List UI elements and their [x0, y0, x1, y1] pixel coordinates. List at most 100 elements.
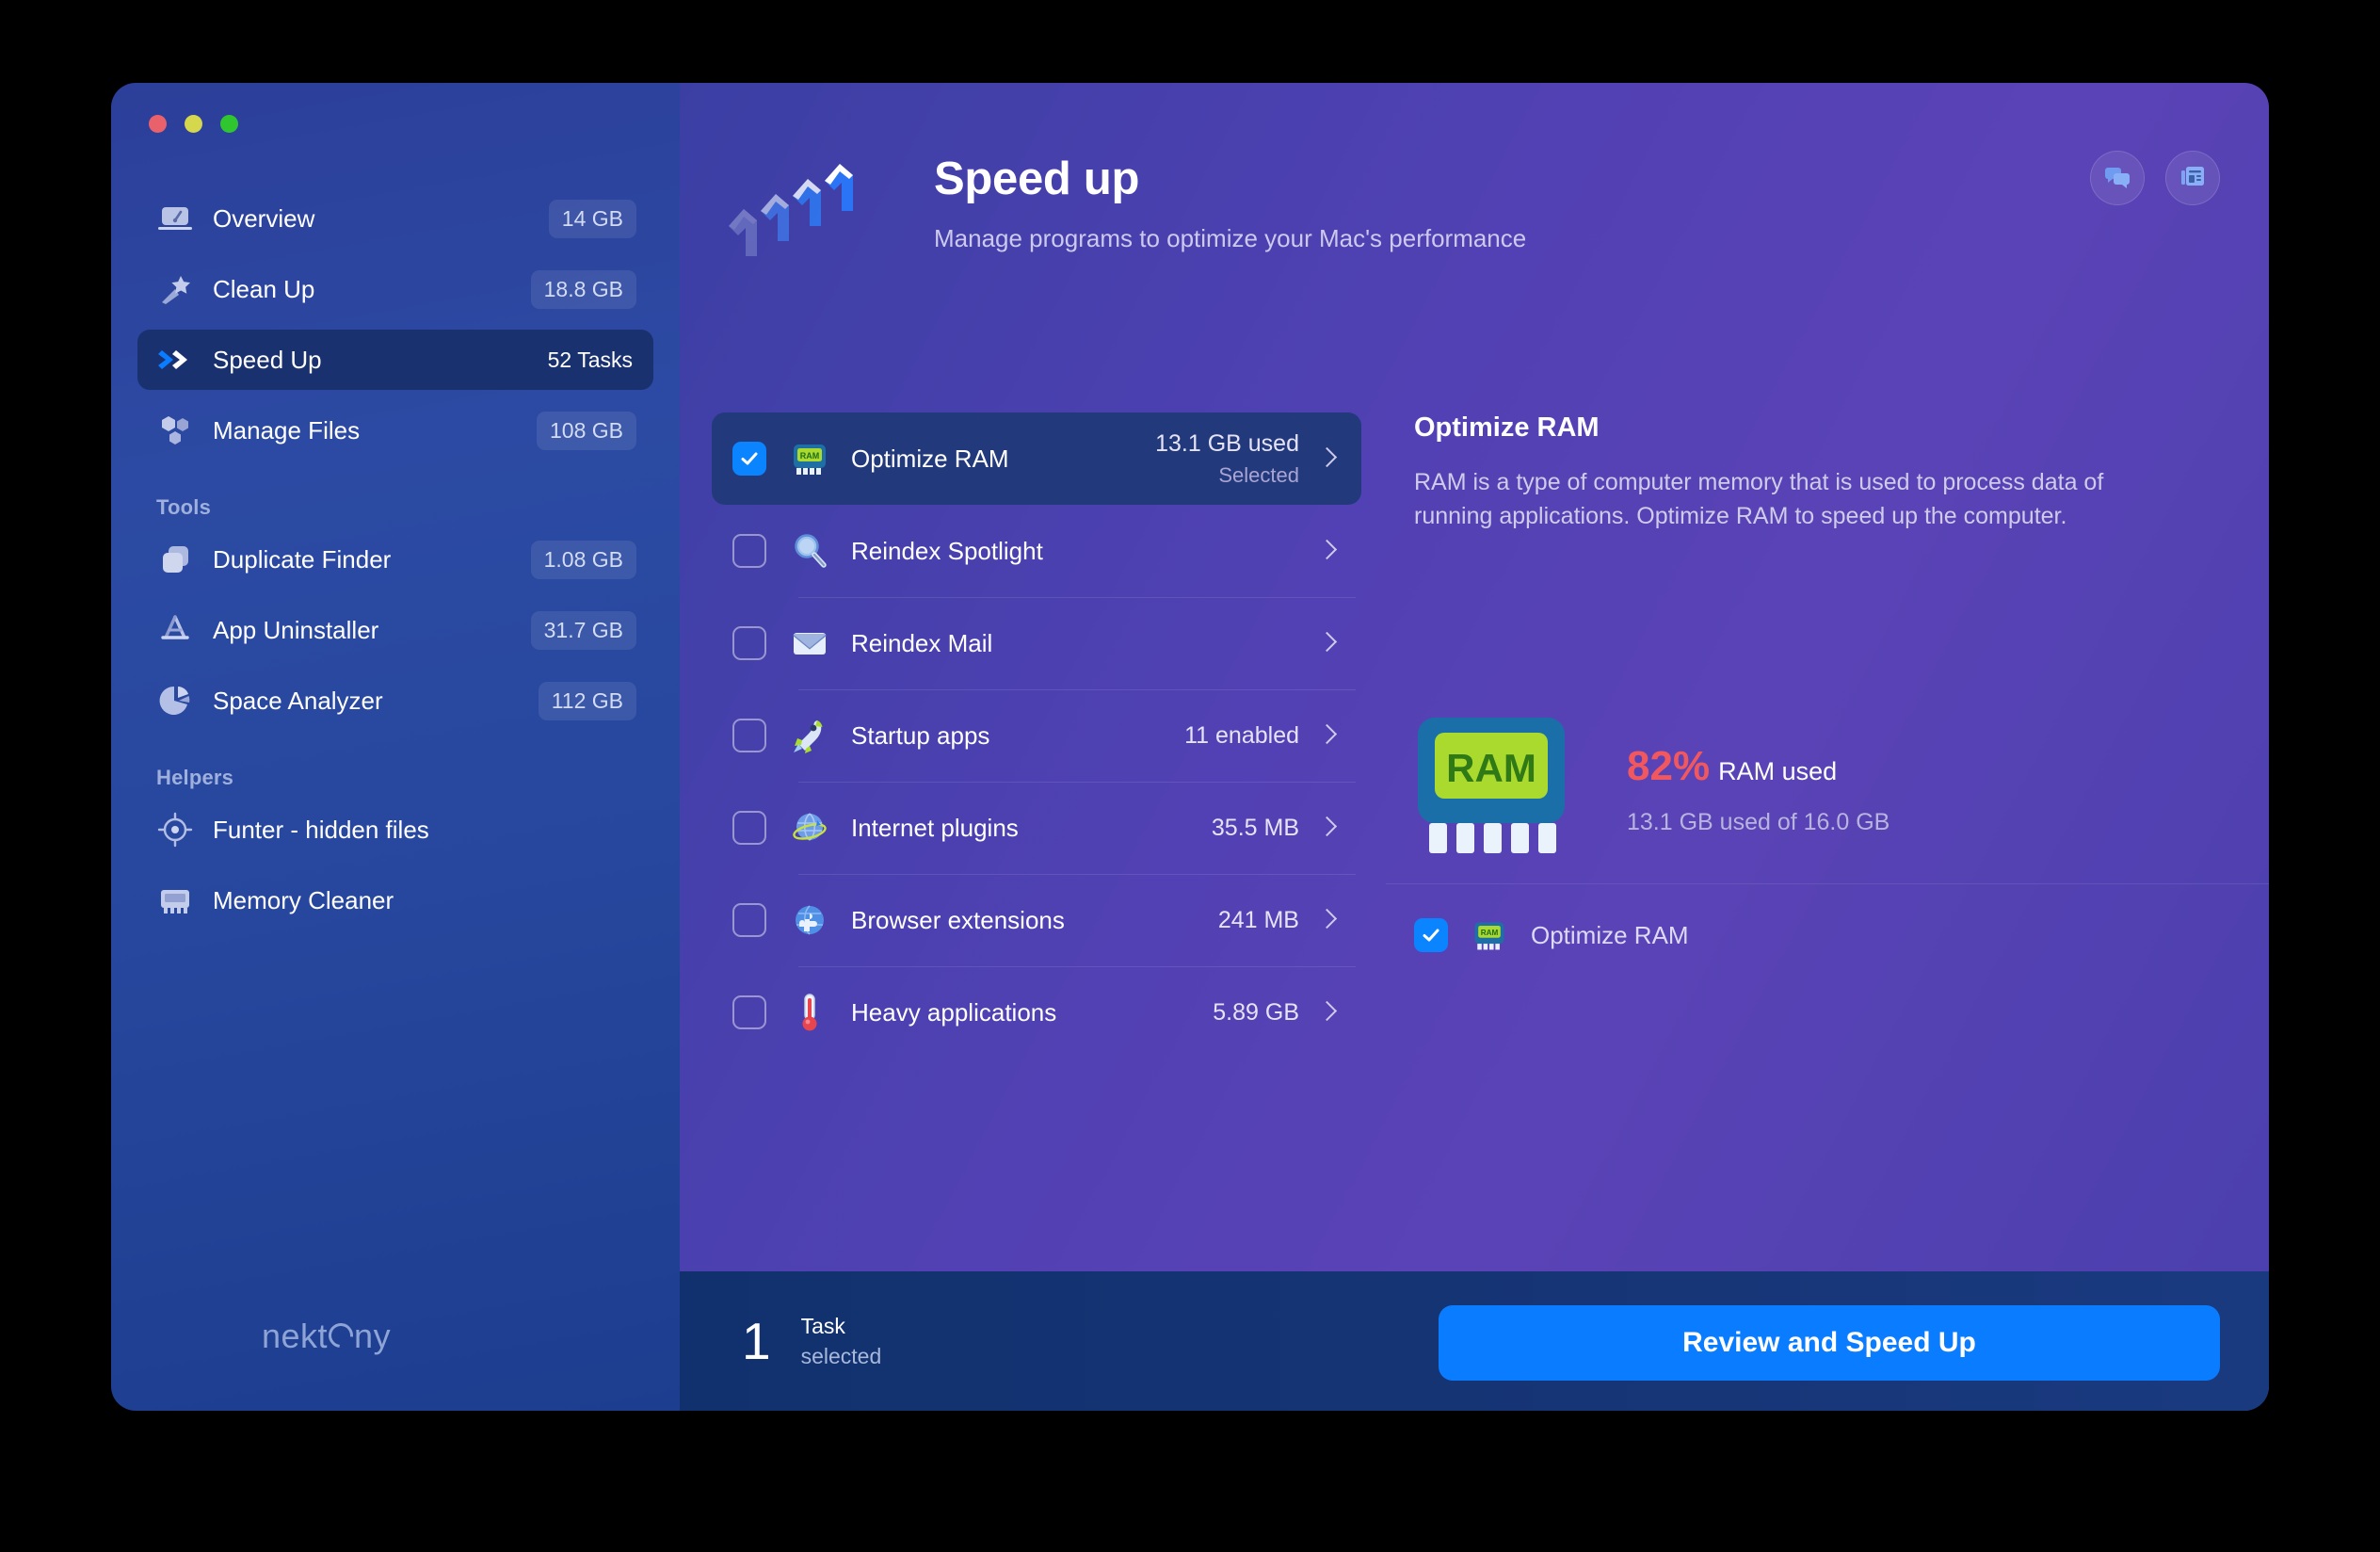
news-icon-button[interactable] [2165, 151, 2220, 205]
task-count-labels: Task selected [801, 1314, 882, 1369]
sidebar-item-badge: 14 GB [548, 199, 636, 238]
task-row[interactable]: Reindex Spotlight [712, 505, 1361, 597]
task-value: 241 MB [1217, 906, 1299, 933]
page-subtitle: Manage programs to optimize your Mac's p… [934, 224, 1527, 252]
sidebar-item-label: App Uninstaller [213, 615, 379, 644]
zoom-window-button[interactable] [220, 115, 238, 133]
chevron-right-icon[interactable] [1320, 722, 1335, 749]
chevron-right-icon[interactable] [1320, 999, 1335, 1026]
task-name: Reindex Mail [851, 628, 993, 657]
chat-icon [2103, 163, 2131, 194]
task-meta: 241 MB [1218, 907, 1299, 934]
task-name: Internet plugins [851, 813, 1019, 842]
magnifier-icon [789, 530, 830, 572]
chevron-right-icon[interactable] [1320, 907, 1335, 933]
minimize-window-button[interactable] [185, 115, 202, 133]
detail-footer: RAM Optimize RAM [1386, 883, 2269, 954]
sidebar-item-label: Funter - hidden files [213, 815, 429, 844]
sidebar-item-speed-up[interactable]: Speed Up 52 Tasks [137, 330, 653, 390]
task-value: 11 enabled [1184, 721, 1299, 749]
task-value: 13.1 GB used [1155, 429, 1299, 457]
task-value: 5.89 GB [1213, 998, 1299, 1026]
task-meta: 35.5 MB [1212, 815, 1299, 842]
sidebar-item-label: Memory Cleaner [213, 885, 394, 914]
globe-orbit-icon [789, 807, 830, 849]
sidebar-item-badge: 108 GB [537, 411, 636, 450]
rocket-icon [789, 715, 830, 756]
task-checkbox[interactable] [732, 903, 766, 937]
detail-title: Optimize RAM [1414, 412, 1600, 443]
news-icon [2179, 163, 2207, 194]
ram-percent-label: RAM used [1718, 756, 1838, 785]
close-window-button[interactable] [149, 115, 167, 133]
task-meta: 13.1 GB used Selected [1155, 430, 1299, 488]
brand-o-glyph [323, 1318, 359, 1353]
main-content: Speed up Manage programs to optimize you… [680, 83, 2269, 1411]
task-checkbox[interactable] [732, 626, 766, 660]
page-title: Speed up [934, 154, 1140, 204]
sidebar-item-duplicate-finder[interactable]: Duplicate Finder 1.08 GB [137, 529, 653, 590]
sidebar-item-space-analyzer[interactable]: Space Analyzer 112 GB [137, 671, 653, 731]
chevron-right-icon[interactable] [1320, 538, 1335, 564]
chevron-right-icon[interactable] [1320, 630, 1335, 656]
header-actions [2090, 151, 2220, 205]
detail-task-checkbox[interactable] [1414, 918, 1448, 952]
brand-text-part2: ny [354, 1317, 392, 1355]
sidebar-item-label: Manage Files [213, 415, 361, 445]
ram-usage-block: RAM 82% RAM used 13.1 GB used of 16.0 GB [1414, 714, 1890, 865]
review-and-speed-up-button[interactable]: Review and Speed Up [1439, 1305, 2220, 1381]
bottom-action-bar: 1 Task selected Review and Speed Up [680, 1271, 2269, 1411]
ram-chip-graphic: RAM [1414, 714, 1591, 865]
sidebar-group-tools-label: Tools [156, 495, 212, 519]
task-checkbox[interactable] [732, 719, 766, 752]
chevron-right-icon[interactable] [1320, 445, 1335, 472]
hexagons-icon [156, 412, 194, 449]
task-checkbox[interactable] [732, 995, 766, 1029]
brand-logo: nekt ny [262, 1317, 391, 1356]
task-checkbox[interactable] [732, 811, 766, 845]
sidebar-item-overview[interactable]: Overview 14 GB [137, 188, 653, 249]
sidebar-item-manage-files[interactable]: Manage Files 108 GB [137, 400, 653, 461]
ram-chip-icon: RAM [1471, 916, 1508, 954]
sidebar-item-app-uninstaller[interactable]: App Uninstaller 31.7 GB [137, 600, 653, 660]
svg-text:RAM: RAM [1481, 929, 1499, 937]
task-row[interactable]: Heavy applications 5.89 GB [712, 966, 1361, 1059]
detail-description: RAM is a type of computer memory that is… [1414, 469, 2104, 529]
duplicate-files-icon [156, 541, 194, 578]
task-row[interactable]: Internet plugins 35.5 MB [712, 782, 1361, 874]
task-row[interactable]: Reindex Mail [712, 597, 1361, 689]
laptop-gauge-icon [156, 200, 194, 237]
ram-percent-value: 82% [1627, 742, 1711, 789]
task-count-label-line2: selected [800, 1343, 882, 1368]
task-row[interactable]: Browser extensions 241 MB [712, 874, 1361, 966]
task-checkbox[interactable] [732, 534, 766, 568]
ram-chip-label: RAM [1446, 746, 1536, 790]
task-meta: 11 enabled [1184, 722, 1299, 750]
target-icon [156, 811, 194, 849]
detail-selected-task-row[interactable]: RAM Optimize RAM [1386, 884, 2269, 954]
sidebar-item-clean-up[interactable]: Clean Up 18.8 GB [137, 259, 653, 319]
detail-panel: Optimize RAM RAM is a type of computer m… [1386, 412, 2269, 1271]
sidebar-item-badge: 52 Tasks [547, 347, 633, 372]
task-checkbox[interactable] [732, 442, 766, 476]
chat-icon-button[interactable] [2090, 151, 2145, 205]
task-count-number: 1 [742, 1311, 771, 1370]
selected-task-counter: 1 Task selected [742, 1314, 881, 1369]
globe-puzzle-icon [789, 899, 830, 941]
task-sub: Selected [1218, 462, 1299, 487]
task-row[interactable]: RAM Optimize RAM 13.1 GB used Selected [712, 412, 1361, 505]
task-name: Browser extensions [851, 905, 1065, 934]
brand-text-part1: nekt [262, 1317, 329, 1355]
chevron-right-icon[interactable] [1320, 815, 1335, 841]
task-name: Reindex Spotlight [851, 536, 1043, 565]
app-store-icon [156, 611, 194, 649]
thermometer-icon [789, 992, 830, 1033]
sidebar-item-label: Duplicate Finder [213, 544, 392, 574]
magic-wand-icon [156, 270, 194, 308]
sidebar-item-label: Overview [213, 203, 315, 233]
svg-text:RAM: RAM [800, 451, 820, 461]
sidebar-item-funter[interactable]: Funter - hidden files [137, 800, 653, 860]
sidebar-item-memory-cleaner[interactable]: Memory Cleaner [137, 870, 653, 930]
task-row[interactable]: Startup apps 11 enabled [712, 689, 1361, 782]
